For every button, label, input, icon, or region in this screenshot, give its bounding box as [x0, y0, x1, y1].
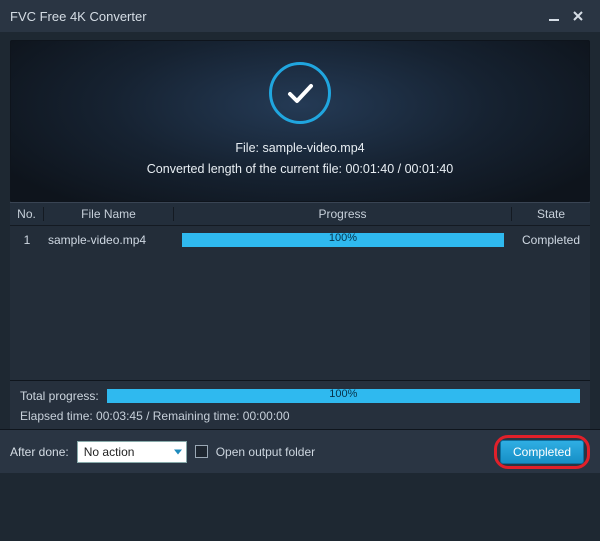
- hero-file-label: File: sample-video.mp4: [235, 138, 364, 159]
- table-row[interactable]: 1 sample-video.mp4 100% Completed: [10, 226, 590, 254]
- close-button[interactable]: [566, 4, 590, 28]
- minimize-button[interactable]: [542, 4, 566, 28]
- after-done-value: No action: [84, 445, 135, 459]
- completed-button-highlight: Completed: [494, 435, 590, 469]
- completed-button[interactable]: Completed: [500, 440, 584, 464]
- header-progress: Progress: [174, 207, 512, 221]
- window-title: FVC Free 4K Converter: [10, 9, 542, 24]
- progress-percent: 100%: [182, 232, 504, 244]
- row-filename: sample-video.mp4: [44, 233, 174, 247]
- check-circle-icon: [269, 62, 331, 124]
- content: File: sample-video.mp4 Converted length …: [0, 32, 600, 429]
- after-done-select[interactable]: No action: [77, 441, 187, 463]
- row-state: Completed: [512, 233, 590, 247]
- elapsed-remaining-time: Elapsed time: 00:03:45 / Remaining time:…: [20, 409, 580, 423]
- total-progress-label: Total progress:: [20, 389, 99, 403]
- open-output-folder-label: Open output folder: [216, 445, 315, 459]
- chevron-down-icon: [174, 449, 182, 454]
- open-output-folder-checkbox[interactable]: [195, 445, 208, 458]
- row-progress: 100%: [174, 233, 512, 247]
- row-no: 1: [10, 233, 44, 247]
- titlebar: FVC Free 4K Converter: [0, 0, 600, 32]
- total-progress-bar: 100%: [107, 389, 580, 403]
- header-no: No.: [10, 207, 44, 221]
- header-filename: File Name: [44, 207, 174, 221]
- header-state: State: [512, 207, 590, 221]
- completion-hero: File: sample-video.mp4 Converted length …: [10, 40, 590, 202]
- after-done-label: After done:: [10, 445, 69, 459]
- progress-bar: 100%: [182, 233, 504, 247]
- hero-converted-length: Converted length of the current file: 00…: [147, 159, 453, 180]
- grid-header: No. File Name Progress State: [10, 202, 590, 226]
- total-progress-percent: 100%: [107, 388, 580, 400]
- totals-panel: Total progress: 100% Elapsed time: 00:03…: [10, 380, 590, 429]
- footer: After done: No action Open output folder…: [0, 429, 600, 473]
- grid-body: 1 sample-video.mp4 100% Completed: [10, 226, 590, 380]
